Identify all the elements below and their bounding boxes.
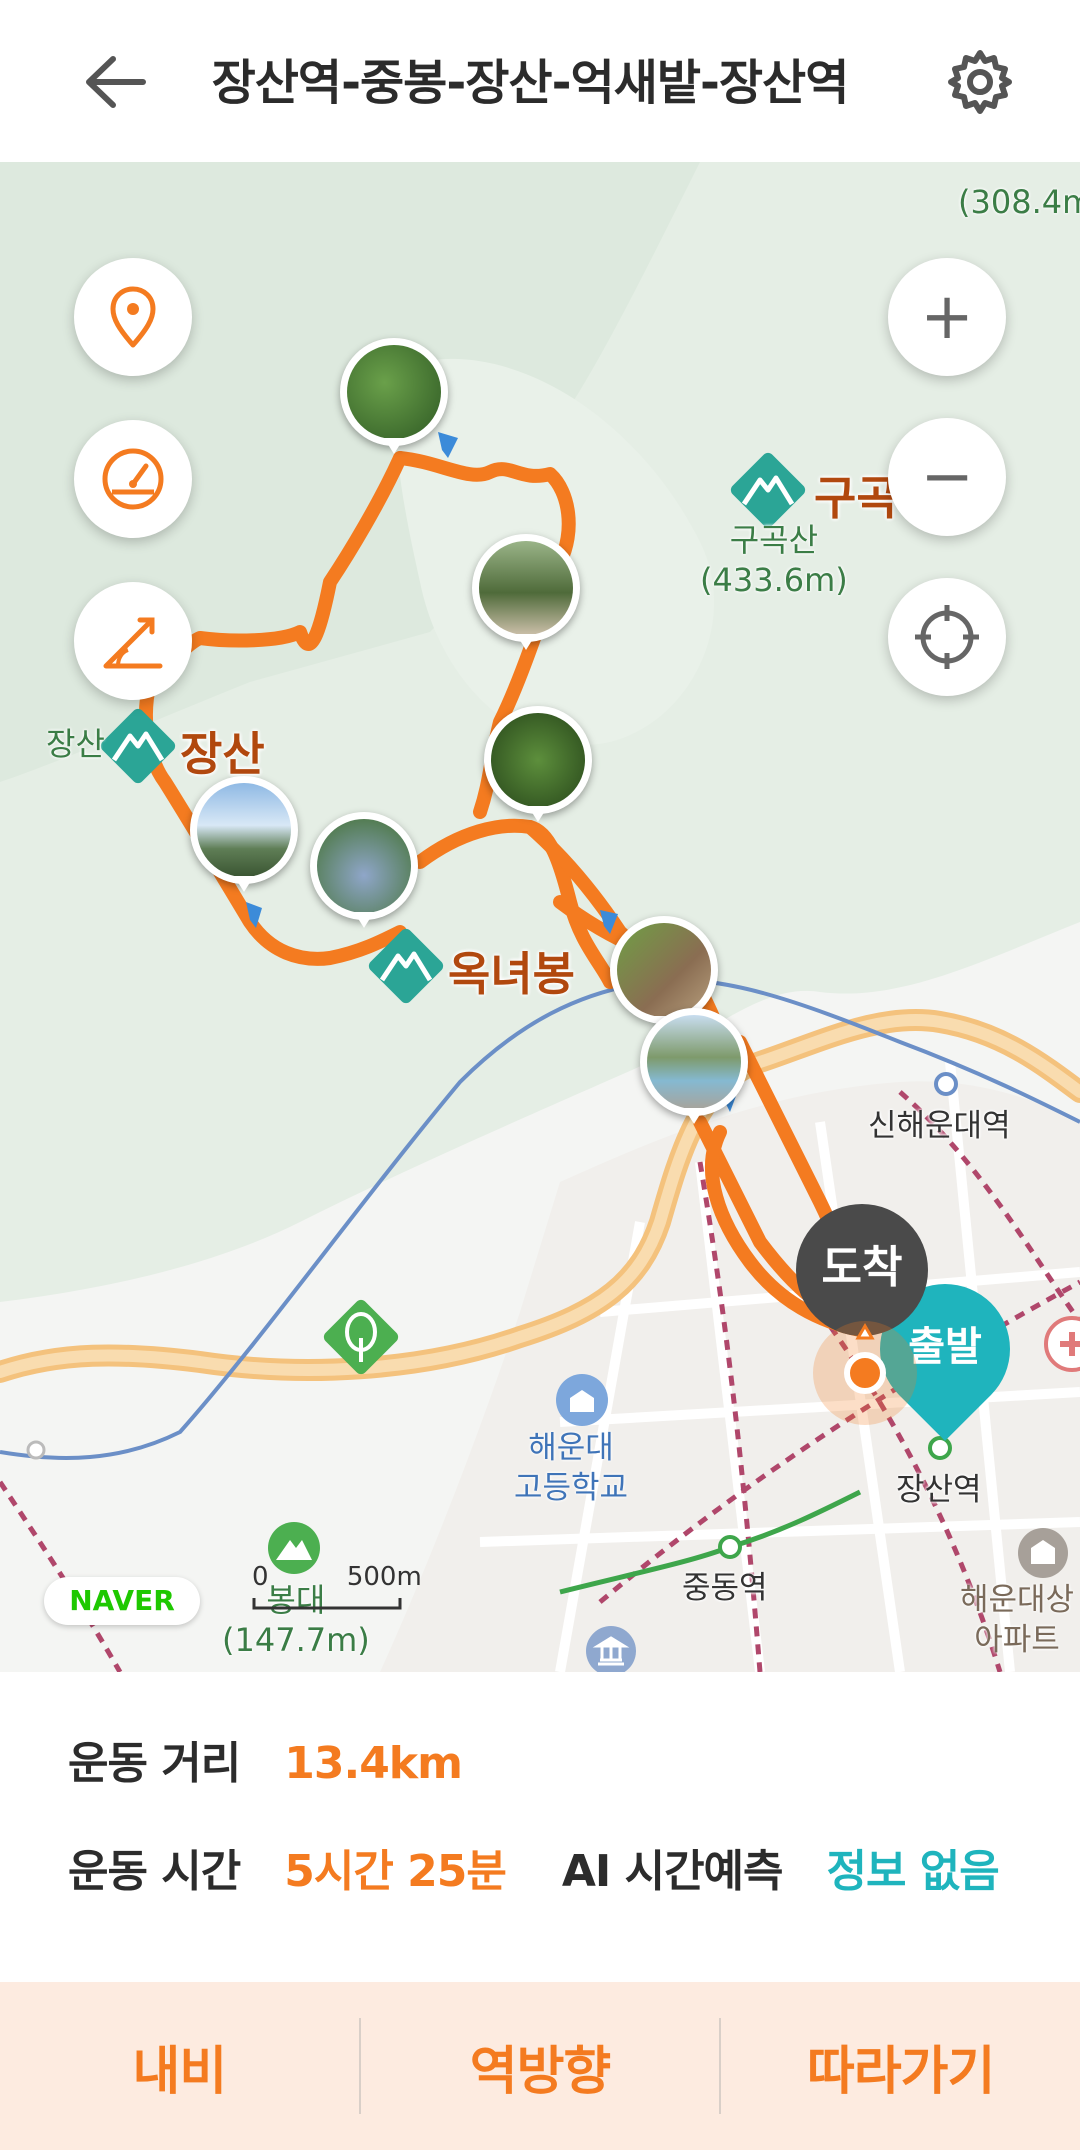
photo-marker[interactable]	[484, 706, 592, 822]
elevation-slope-icon	[103, 617, 163, 669]
apartment-label: 해운대상 아파트	[960, 1580, 1074, 1660]
scale-bar	[252, 1598, 402, 1610]
station-label-jungdong: 중동역	[682, 1570, 768, 1606]
peak-label-bottom-height: (147.7m)	[222, 1621, 370, 1659]
station-label-jangsan: 장산역	[896, 1472, 982, 1508]
photo-marker[interactable]	[472, 534, 580, 650]
peak-label-jangsan: 장산	[180, 727, 265, 781]
photo-marker[interactable]	[340, 338, 448, 454]
peak-sub-gugok: 구곡산 (433.6m)	[700, 520, 848, 600]
photo-marker[interactable]	[190, 776, 298, 892]
school-icon	[556, 1374, 608, 1426]
tree-park-icon	[323, 1299, 399, 1375]
zoom-in-label: +	[920, 280, 974, 354]
peak-sub-jangsan: 장산	[46, 725, 105, 763]
peak-label-gugok: 구곡	[814, 471, 899, 525]
peak-height-topright: (308.4m	[958, 183, 1080, 221]
map-scale: 0 500m	[252, 1562, 422, 1592]
mountain-peak-icon[interactable]	[364, 924, 448, 1008]
map-pin-icon	[110, 286, 156, 348]
time-value: 5시간 25분	[284, 1846, 507, 1897]
zoom-out-label: −	[920, 440, 974, 514]
apartment-label-line2: 아파트	[974, 1622, 1060, 1658]
landmark-icon	[586, 1626, 636, 1672]
scale-zero: 0	[252, 1562, 269, 1592]
speedometer-icon	[102, 448, 164, 510]
peak-label-oknyeobong: 옥녀봉	[448, 947, 575, 1001]
navi-button[interactable]: 내비	[0, 1982, 359, 2150]
station-label-sinhaeundae: 신해운대역	[868, 1108, 1011, 1144]
photo-marker[interactable]	[310, 812, 418, 928]
settings-button[interactable]	[940, 42, 1020, 122]
mountain-peak-icon[interactable]	[96, 704, 180, 788]
school-label-line1: 해운대	[528, 1430, 614, 1466]
exercise-info-panel: 운동 거리 13.4km 운동 시간 5시간 25분 AI 시간예측 정보 없음	[0, 1672, 1080, 1982]
school-label: 해운대 고등학교	[514, 1428, 628, 1508]
elevation-button[interactable]	[74, 582, 192, 700]
peak-label-bottom: 봉대 (147.7m)	[222, 1580, 370, 1660]
apartment-label-line1: 해운대상	[960, 1582, 1075, 1618]
crosshair-icon	[915, 605, 979, 669]
distance-row: 운동 거리 13.4km	[68, 1734, 463, 1794]
speed-button[interactable]	[74, 420, 192, 538]
photo-marker[interactable]	[640, 1008, 748, 1124]
distance-value: 13.4km	[284, 1738, 463, 1789]
back-button[interactable]	[74, 45, 156, 119]
hospital-icon	[1044, 1316, 1080, 1372]
peak-sub-gugok-name: 구곡산	[729, 521, 819, 559]
time-label: 운동 시간	[68, 1846, 241, 1897]
page-title: 장산역-중봉-장산-억새밭-장산역	[211, 55, 850, 111]
follow-button[interactable]: 따라가기	[721, 1982, 1080, 2150]
naver-logo: NAVER	[44, 1577, 200, 1625]
peak-sub-gugok-height: (433.6m)	[700, 561, 848, 599]
app-header: 장산역-중봉-장산-억새밭-장산역	[0, 0, 1080, 162]
reverse-button[interactable]: 역방향	[361, 1982, 720, 2150]
zoom-in-button[interactable]: +	[888, 258, 1006, 376]
location-button[interactable]	[74, 258, 192, 376]
time-row: 운동 시간 5시간 25분 AI 시간예측 정보 없음	[68, 1842, 1000, 1902]
scale-label: 500m	[346, 1562, 422, 1592]
current-location-icon	[813, 1321, 917, 1425]
route-map[interactable]: 구곡 구곡산 (433.6m) (308.4m 장산 장산 옥녀봉 신해운대역 …	[0, 162, 1080, 1672]
zoom-out-button[interactable]: −	[888, 418, 1006, 536]
ai-prediction-label: AI 시간예측	[561, 1846, 784, 1897]
gear-icon	[948, 50, 1012, 114]
arrow-left-icon	[86, 56, 146, 108]
gps-button[interactable]	[888, 578, 1006, 696]
ai-prediction-value: 정보 없음	[826, 1846, 1000, 1897]
school-label-line2: 고등학교	[514, 1470, 629, 1506]
distance-label: 운동 거리	[68, 1738, 241, 1789]
bottom-action-bar: 내비 역방향 따라가기	[0, 1982, 1080, 2150]
building-icon	[1018, 1528, 1068, 1578]
arrive-marker[interactable]: 도착	[796, 1204, 928, 1336]
